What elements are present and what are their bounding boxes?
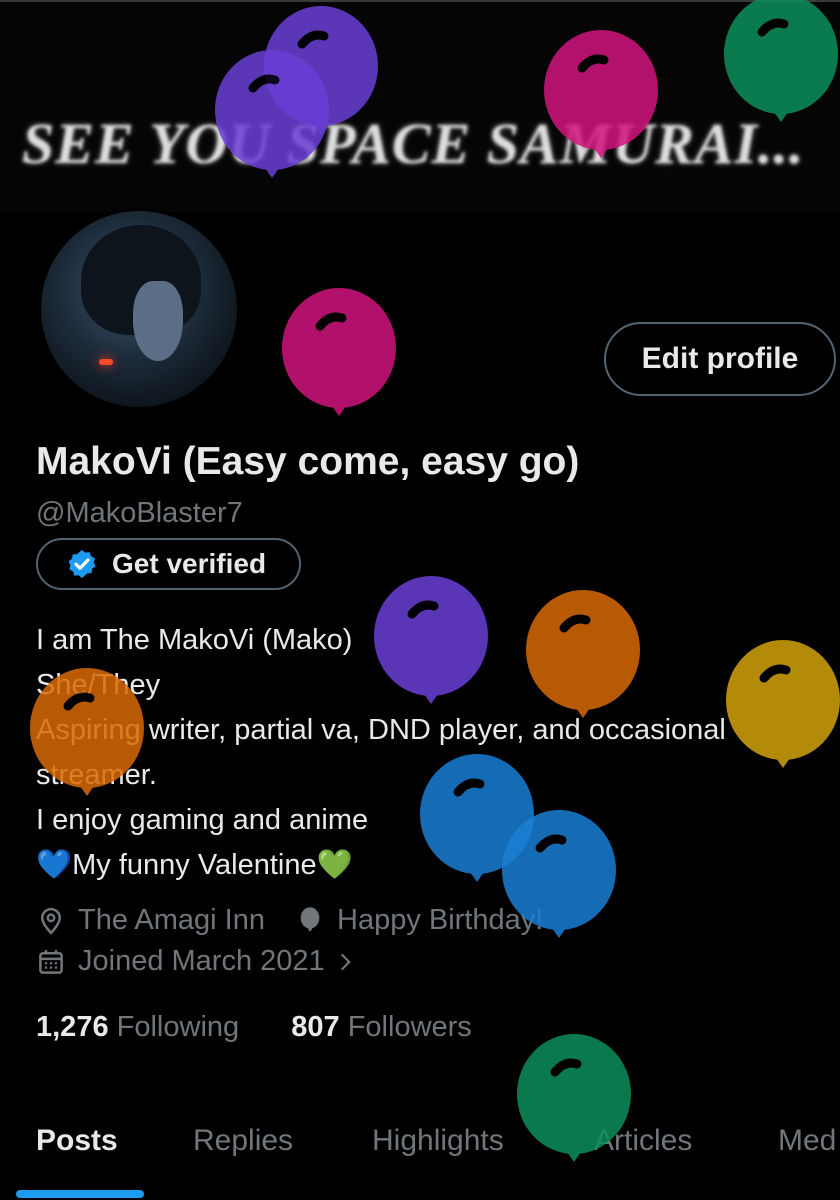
following-label: Following [116, 1011, 240, 1043]
bio: I am The MakoVi (Mako) She/They Aspiring… [36, 618, 836, 888]
follow-stats: 1,276 Following 807 Followers [36, 1011, 472, 1044]
bio-line: streamer. [36, 759, 157, 791]
followers-label: Followers [347, 1011, 472, 1043]
followers-count: 807 [291, 1011, 340, 1043]
active-tab-indicator [16, 1190, 144, 1198]
get-verified-label: Get verified [112, 548, 267, 579]
profile-tabs: Posts Replies Highlights Articles Med [0, 1118, 840, 1200]
avatar[interactable] [38, 208, 240, 410]
joined-text: Joined March 2021 [78, 945, 325, 977]
avatar-cigarette [99, 359, 113, 365]
location-text: The Amagi Inn [78, 904, 265, 936]
following-stat[interactable]: 1,276 Following [36, 1011, 239, 1043]
get-verified-button[interactable]: Get verified [36, 538, 301, 590]
chevron-right-icon [335, 949, 357, 975]
edit-profile-button[interactable]: Edit profile [604, 322, 836, 396]
banner-text: SEE YOU SPACE SAMURAI... [22, 111, 805, 176]
user-handle: @MakoBlaster7 [36, 497, 243, 529]
bio-line: Aspiring writer, partial va, DND player,… [36, 714, 726, 746]
tab-articles[interactable]: Articles [594, 1124, 692, 1158]
location-pin-icon [36, 906, 66, 936]
bio-line: I enjoy gaming and anime [36, 804, 369, 836]
tab-highlights[interactable]: Highlights [372, 1124, 504, 1158]
avatar-face [133, 281, 183, 361]
balloon-icon [295, 906, 325, 936]
profile-banner[interactable]: SEE YOU SPACE SAMURAI... [0, 0, 840, 212]
balloon-icon [282, 288, 396, 416]
bio-line: She/They [36, 669, 161, 701]
verified-badge-icon [68, 550, 96, 578]
bio-line: 💙My funny Valentine💚 [36, 849, 353, 881]
tab-replies[interactable]: Replies [193, 1124, 293, 1158]
calendar-icon [36, 947, 66, 977]
profile-meta-row: The Amagi Inn Happy Birthday! [36, 904, 543, 937]
joined-row[interactable]: Joined March 2021 [36, 945, 369, 978]
tab-media[interactable]: Med [778, 1124, 836, 1158]
followers-stat[interactable]: 807 Followers [291, 1011, 472, 1043]
display-name: MakoVi (Easy come, easy go) [36, 440, 580, 483]
following-count: 1,276 [36, 1011, 109, 1043]
tab-posts[interactable]: Posts [36, 1124, 118, 1158]
bio-line: I am The MakoVi (Mako) [36, 624, 353, 656]
birthday-text: Happy Birthday! [337, 904, 544, 936]
